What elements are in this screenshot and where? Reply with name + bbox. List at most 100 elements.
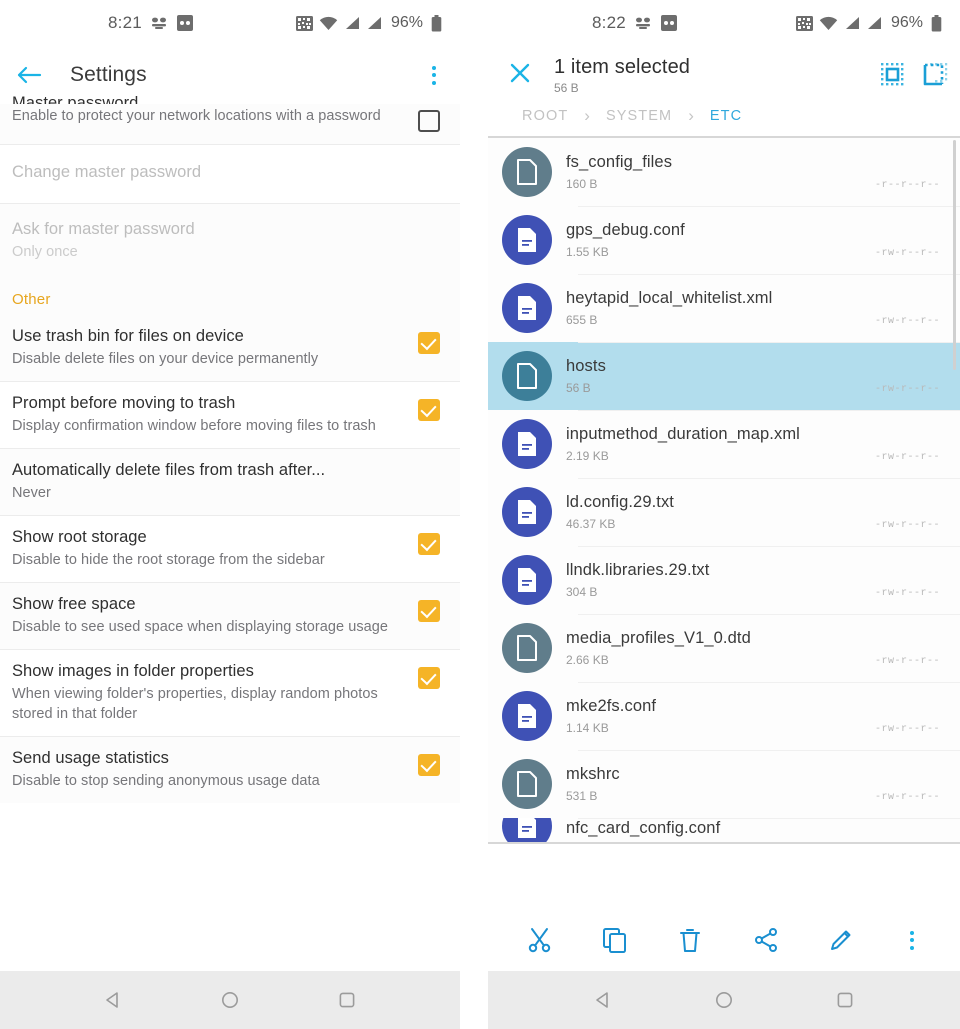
setting-control[interactable]	[412, 748, 446, 776]
home-circle-icon[interactable]	[714, 990, 734, 1010]
more-icon[interactable]	[896, 919, 928, 962]
file-list-item-partial[interactable]: nfc_card_config.conf	[488, 818, 960, 844]
setting-row-change-master-password: Change master password	[0, 145, 460, 204]
text-file-icon	[502, 555, 552, 605]
setting-subtitle: Enable to protect your network locations…	[12, 108, 381, 124]
file-name: heytapid_local_whitelist.xml	[566, 289, 773, 307]
breadcrumb-item-etc[interactable]: ETC	[710, 108, 742, 124]
overflow-menu-icon[interactable]	[424, 60, 444, 91]
file-size: 1.55 KB	[566, 245, 609, 259]
setting-row-prompt-before-trash[interactable]: Prompt before moving to trash Display co…	[0, 382, 460, 449]
setting-control[interactable]	[412, 104, 446, 132]
setting-row-show-free-space[interactable]: Show free space Disable to see used spac…	[0, 583, 460, 650]
delete-icon[interactable]	[670, 920, 710, 960]
file-sub: 531 B -rw-r--r--	[566, 789, 940, 803]
file-permissions: -r--r--r--	[874, 180, 940, 191]
setting-control[interactable]	[412, 527, 446, 555]
overflow-dots[interactable]	[902, 925, 922, 956]
file-name: hosts	[566, 357, 606, 375]
checkbox-checked[interactable]	[418, 667, 440, 689]
checkbox-unchecked[interactable]	[418, 110, 440, 132]
selection-actions	[880, 56, 948, 88]
back-arrow-icon[interactable]	[16, 64, 42, 86]
scrollbar[interactable]	[953, 136, 958, 844]
setting-title: Show root storage	[12, 528, 147, 546]
setting-row-auto-delete-trash[interactable]: Automatically delete files from trash af…	[0, 449, 460, 516]
setting-row-master-password[interactable]: Master password Enable to protect your n…	[0, 94, 460, 145]
file-permissions: -rw-r--r--	[874, 656, 940, 667]
status-bar-right-group: 96%	[795, 14, 942, 32]
breadcrumb-item-root[interactable]: ROOT	[522, 108, 568, 124]
setting-control[interactable]	[412, 393, 446, 421]
setting-row-show-images-folder-properties[interactable]: Show images in folder properties When vi…	[0, 650, 460, 737]
file-manager-phone: 8:22 96% 1 item selected 56 B ROOT › SYS…	[488, 0, 960, 1029]
file-list-item[interactable]: mkshrc 531 B -rw-r--r--	[488, 750, 960, 818]
setting-control[interactable]	[412, 661, 446, 689]
file-name: llndk.libraries.29.txt	[566, 561, 710, 579]
app-icon	[176, 15, 193, 31]
recents-square-icon[interactable]	[337, 990, 357, 1010]
status-bar-left-group: 8:22	[592, 13, 677, 33]
setting-title: Use trash bin for files on device	[12, 327, 244, 345]
share-icon[interactable]	[746, 920, 786, 960]
setting-control[interactable]	[412, 326, 446, 354]
notification-icon	[151, 16, 168, 30]
checkbox-checked[interactable]	[418, 600, 440, 622]
file-list-item[interactable]: ld.config.29.txt 46.37 KB -rw-r--r--	[488, 478, 960, 546]
setting-row-show-root-storage[interactable]: Show root storage Disable to hide the ro…	[0, 516, 460, 583]
recents-square-icon[interactable]	[835, 990, 855, 1010]
breadcrumb-item-system[interactable]: SYSTEM	[606, 108, 672, 124]
copy-icon[interactable]	[595, 920, 635, 960]
selection-size: 56 B	[554, 81, 579, 95]
home-circle-icon[interactable]	[220, 990, 240, 1010]
checkbox-checked[interactable]	[418, 754, 440, 776]
setting-row-use-trash-bin[interactable]: Use trash bin for files on device Disabl…	[0, 315, 460, 382]
file-sub: 46.37 KB -rw-r--r--	[566, 517, 940, 531]
setting-subtitle: Disable to see used space when displayin…	[12, 619, 388, 635]
file-list: fs_config_files 160 B -r--r--r-- gps_deb…	[488, 136, 960, 844]
text-file-icon	[502, 283, 552, 333]
file-meta: mkshrc 531 B -rw-r--r--	[566, 765, 946, 803]
file-list-item[interactable]: inputmethod_duration_map.xml 2.19 KB -rw…	[488, 410, 960, 478]
file-name: inputmethod_duration_map.xml	[566, 425, 800, 443]
edit-icon[interactable]	[821, 920, 861, 960]
back-triangle-icon[interactable]	[103, 990, 123, 1010]
close-icon	[510, 63, 530, 83]
selection-info: 1 item selected 56 B	[554, 56, 880, 95]
selection-toolbar	[488, 909, 960, 971]
file-list-item[interactable]: media_profiles_V1_0.dtd 2.66 KB -rw-r--r…	[488, 614, 960, 682]
file-list-item-selected[interactable]: hosts 56 B -rw-r--r--	[488, 342, 960, 410]
status-bar-left-group: 8:21	[108, 13, 193, 33]
setting-row-send-usage-statistics[interactable]: Send usage statistics Disable to stop se…	[0, 737, 460, 803]
setting-title: Show images in folder properties	[12, 662, 254, 680]
android-nav-bar-left	[0, 971, 460, 1029]
file-size: 531 B	[566, 789, 598, 803]
file-sub: 2.19 KB -rw-r--r--	[566, 449, 940, 463]
file-meta: mke2fs.conf 1.14 KB -rw-r--r--	[566, 697, 946, 735]
checkbox-checked[interactable]	[418, 533, 440, 555]
checkbox-checked[interactable]	[418, 332, 440, 354]
file-icon	[502, 623, 552, 673]
file-list-item[interactable]: heytapid_local_whitelist.xml 655 B -rw-r…	[488, 274, 960, 342]
back-triangle-icon[interactable]	[593, 990, 613, 1010]
file-size: 56 B	[566, 381, 591, 395]
checkbox-checked[interactable]	[418, 399, 440, 421]
file-sub: 1.55 KB -rw-r--r--	[566, 245, 940, 259]
setting-title: Change master password	[12, 163, 202, 181]
setting-control[interactable]	[412, 594, 446, 622]
qr-icon	[295, 15, 313, 31]
setting-title: Send usage statistics	[12, 749, 169, 767]
file-permissions: -rw-r--r--	[874, 792, 940, 803]
file-list-item[interactable]: fs_config_files 160 B -r--r--r--	[488, 138, 960, 206]
file-list-item[interactable]: mke2fs.conf 1.14 KB -rw-r--r--	[488, 682, 960, 750]
scrollbar-thumb[interactable]	[953, 140, 956, 370]
invert-selection-icon[interactable]	[922, 62, 948, 88]
select-all-icon[interactable]	[880, 62, 906, 88]
chevron-right-icon: ›	[584, 106, 590, 125]
file-list-item[interactable]: llndk.libraries.29.txt 304 B -rw-r--r--	[488, 546, 960, 614]
file-size: 655 B	[566, 313, 598, 327]
close-selection-button[interactable]	[500, 56, 540, 84]
setting-subtitle: Disable to stop sending anonymous usage …	[12, 773, 320, 789]
file-list-item[interactable]: gps_debug.conf 1.55 KB -rw-r--r--	[488, 206, 960, 274]
cut-icon[interactable]	[520, 920, 560, 960]
